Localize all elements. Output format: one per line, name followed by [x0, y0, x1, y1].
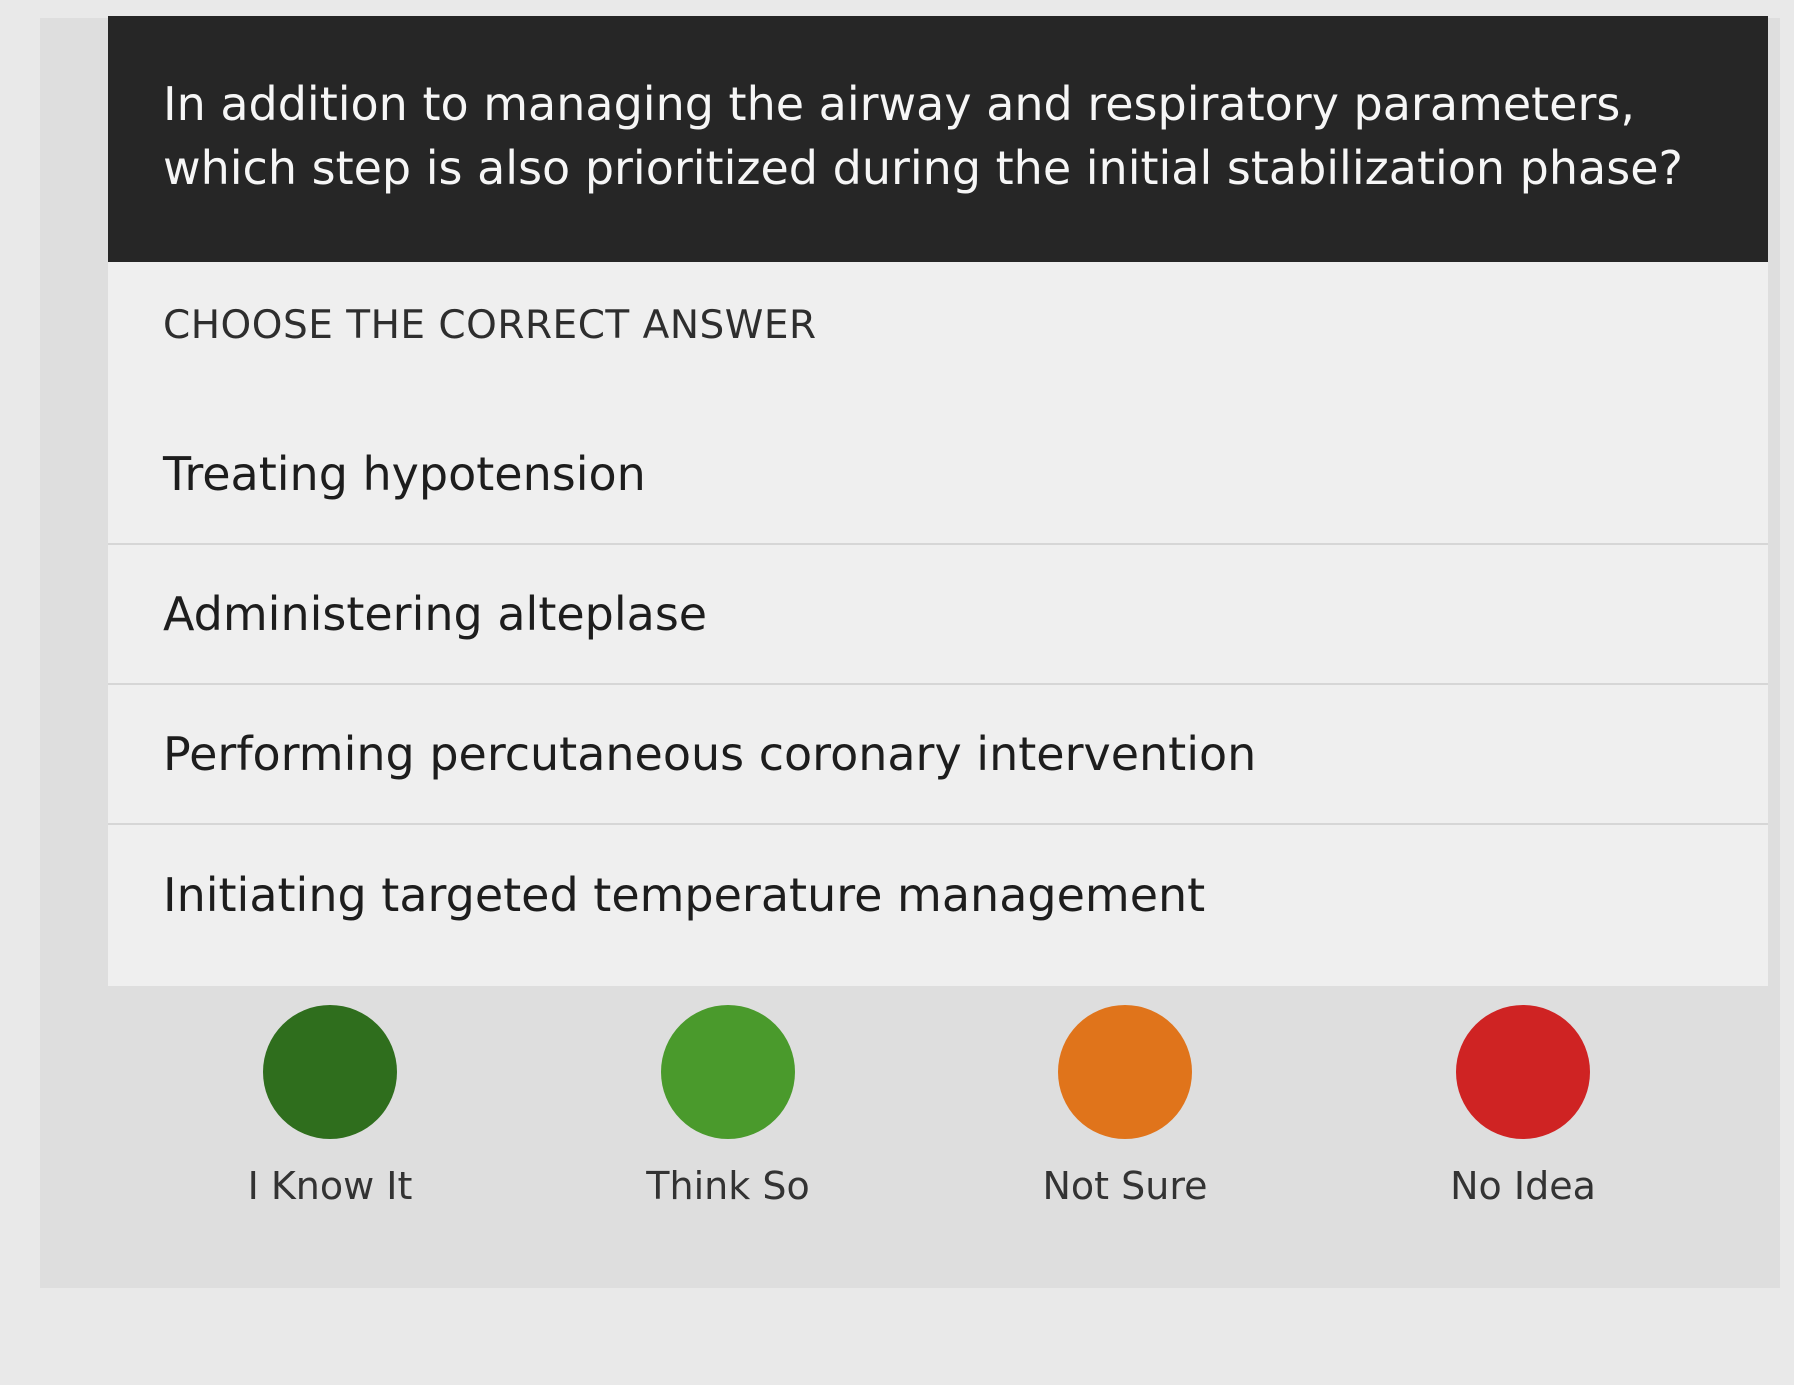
confidence-not-sure-button[interactable]: Not Sure: [1015, 1005, 1235, 1208]
confidence-label: I Know It: [247, 1164, 413, 1208]
green-dark-dot-icon: [263, 1005, 397, 1139]
confidence-no-idea-button[interactable]: No Idea: [1413, 1005, 1633, 1208]
answer-option-3[interactable]: Performing percutaneous coronary interve…: [108, 685, 1768, 825]
confidence-i-know-it-button[interactable]: I Know It: [220, 1005, 440, 1208]
answer-list: Treating hypotension Administering altep…: [108, 405, 1768, 965]
answer-option-2[interactable]: Administering alteplase: [108, 545, 1768, 685]
confidence-label: Not Sure: [1042, 1164, 1208, 1208]
answer-option-4[interactable]: Initiating targeted temperature manageme…: [108, 825, 1768, 965]
question-header: In addition to managing the airway and r…: [108, 16, 1768, 262]
answer-option-1[interactable]: Treating hypotension: [108, 405, 1768, 545]
question-text: In addition to managing the airway and r…: [163, 77, 1683, 195]
confidence-label: No Idea: [1450, 1164, 1596, 1208]
confidence-label: Think So: [646, 1164, 810, 1208]
answer-instruction: CHOOSE THE CORRECT ANSWER: [163, 303, 817, 348]
confidence-rating: I Know It Think So Not Sure No Idea: [0, 1005, 1794, 1245]
green-light-dot-icon: [661, 1005, 795, 1139]
orange-dot-icon: [1058, 1005, 1192, 1139]
red-dot-icon: [1456, 1005, 1590, 1139]
confidence-think-so-button[interactable]: Think So: [618, 1005, 838, 1208]
